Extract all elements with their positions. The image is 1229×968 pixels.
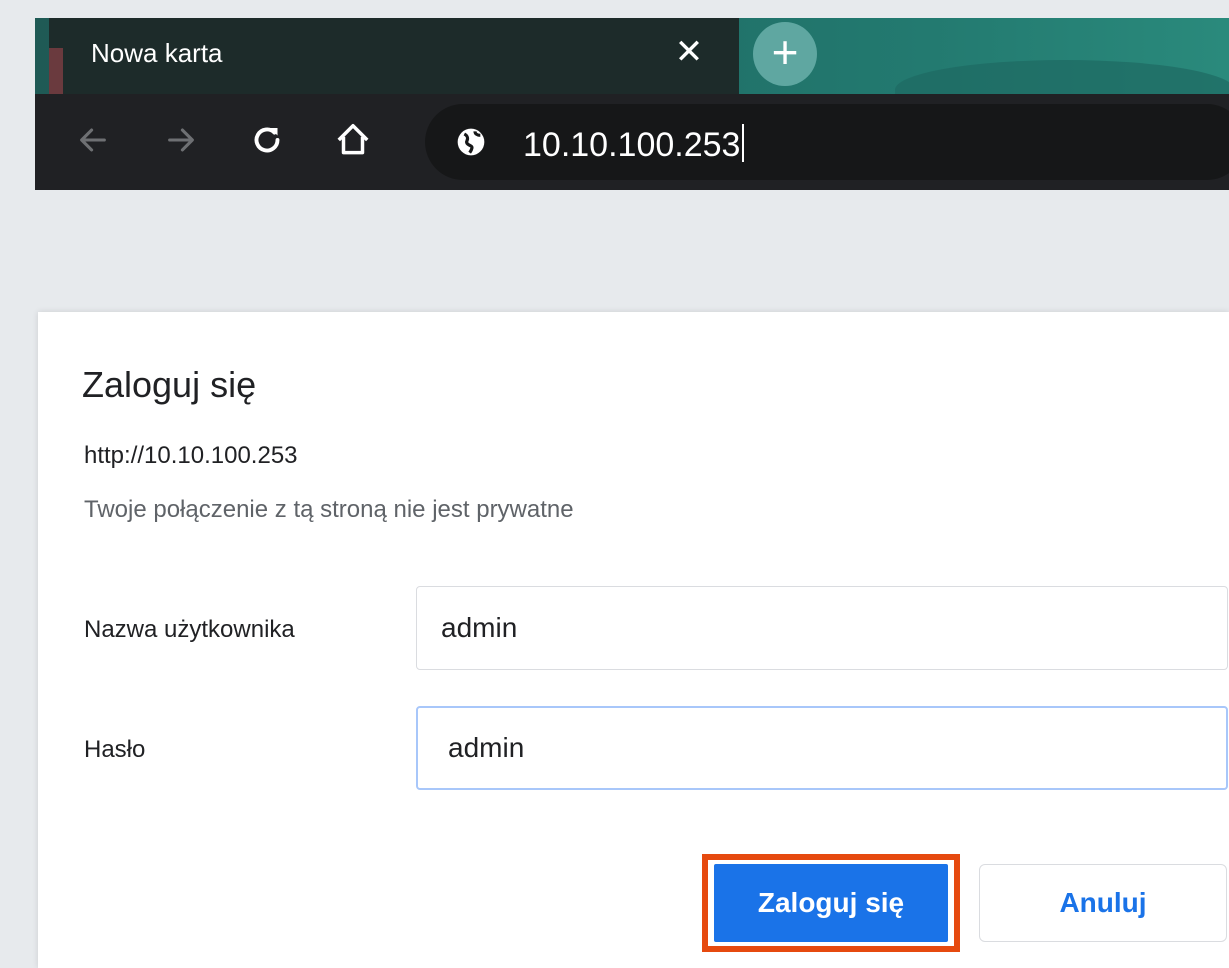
back-arrow-icon (80, 128, 106, 152)
password-field[interactable]: admin (416, 706, 1228, 790)
reload-button[interactable] (239, 112, 295, 168)
dialog-origin: http://10.10.100.253 (84, 442, 298, 469)
tab-strip: Nowa karta ✕ + (35, 18, 1229, 94)
login-dialog: Zaloguj się http://10.10.100.253 Twoje p… (38, 312, 1229, 968)
dialog-title: Zaloguj się (82, 364, 257, 405)
cancel-button[interactable]: Anuluj (979, 864, 1227, 942)
tab-new-tab[interactable]: Nowa karta ✕ (49, 18, 739, 94)
home-icon (337, 124, 369, 155)
browser-window: Nowa karta ✕ + 10.10.100.253 (35, 18, 1229, 190)
address-text: 10.10.100.253 (523, 126, 741, 164)
globe-icon (457, 128, 485, 156)
home-button[interactable] (325, 112, 381, 168)
text-caret (742, 124, 745, 162)
username-label: Nazwa użytkownika (84, 616, 295, 643)
forward-arrow-icon (168, 128, 194, 152)
username-field[interactable]: admin (416, 586, 1228, 670)
connection-warning: Twoje połączenie z tą stroną nie jest pr… (84, 496, 574, 523)
address-bar[interactable]: 10.10.100.253 (425, 104, 1229, 180)
close-tab-icon[interactable]: ✕ (669, 32, 709, 72)
plus-icon: + (771, 26, 799, 78)
tab-title: Nowa karta (91, 38, 223, 68)
browser-toolbar: 10.10.100.253 (35, 94, 1229, 190)
address-input[interactable]: 10.10.100.253 (523, 124, 745, 165)
reload-icon (254, 127, 280, 153)
theme-decoration (895, 60, 1229, 94)
login-button[interactable]: Zaloguj się (714, 864, 948, 942)
back-button[interactable] (65, 112, 121, 168)
password-label: Hasło (84, 736, 146, 763)
forward-button[interactable] (153, 112, 209, 168)
new-tab-button[interactable]: + (753, 22, 817, 86)
tab-edge-accent (49, 48, 63, 94)
